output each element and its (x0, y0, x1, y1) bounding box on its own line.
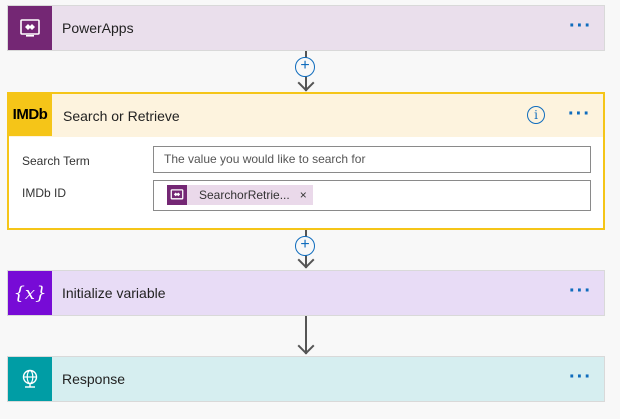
token-powerapps-icon (167, 185, 187, 205)
imdb-card[interactable]: IMDb Search or Retrieve i ··· Search Ter… (7, 92, 605, 230)
variable-glyph: {x} (13, 282, 47, 304)
imdb-logo-icon: IMDb (8, 93, 52, 136)
initialize-variable-more-button[interactable]: ··· (569, 271, 592, 315)
response-card[interactable]: Response ··· (7, 356, 605, 402)
add-step-button[interactable]: + (295, 57, 315, 77)
imdb-more-button[interactable]: ··· (568, 94, 591, 138)
imdb-card-header[interactable]: IMDb Search or Retrieve i ··· (8, 93, 603, 138)
add-step-button[interactable]: + (295, 236, 315, 256)
response-title: Response (62, 371, 126, 387)
powerapps-card-header[interactable]: PowerApps ··· (8, 6, 604, 50)
initialize-variable-title: Initialize variable (62, 285, 166, 301)
powerapps-title: PowerApps (62, 20, 134, 36)
dynamic-content-token[interactable]: SearchorRetrie... × (167, 185, 313, 205)
search-term-placeholder: The value you would like to search for (164, 152, 366, 166)
initialize-variable-card[interactable]: {x} Initialize variable ··· (7, 270, 605, 316)
imdb-logo: IMDb (12, 106, 48, 123)
powerapps-card[interactable]: PowerApps ··· (7, 5, 605, 51)
connector-arrow-icon (297, 337, 315, 355)
search-term-label: Search Term (22, 154, 90, 168)
info-icon[interactable]: i (527, 106, 545, 124)
token-label: SearchorRetrie... (199, 188, 290, 202)
imdb-id-label: IMDb ID (22, 186, 67, 200)
imdb-id-row: IMDb ID SearchorRetrie... × (9, 180, 603, 211)
response-header[interactable]: Response ··· (8, 357, 604, 401)
powerapps-more-button[interactable]: ··· (569, 6, 592, 50)
powerapps-icon (8, 6, 52, 50)
search-term-row: Search Term The value you would like to … (9, 146, 603, 176)
search-term-input[interactable]: The value you would like to search for (153, 146, 591, 173)
globe-icon (8, 357, 52, 401)
imdb-title: Search or Retrieve (63, 108, 180, 124)
token-remove-button[interactable]: × (300, 188, 307, 202)
initialize-variable-header[interactable]: {x} Initialize variable ··· (8, 271, 604, 315)
imdb-id-input[interactable]: SearchorRetrie... × (153, 180, 591, 211)
connector-arrow-icon (297, 74, 315, 92)
response-more-button[interactable]: ··· (569, 357, 592, 401)
variable-icon: {x} (8, 271, 52, 315)
